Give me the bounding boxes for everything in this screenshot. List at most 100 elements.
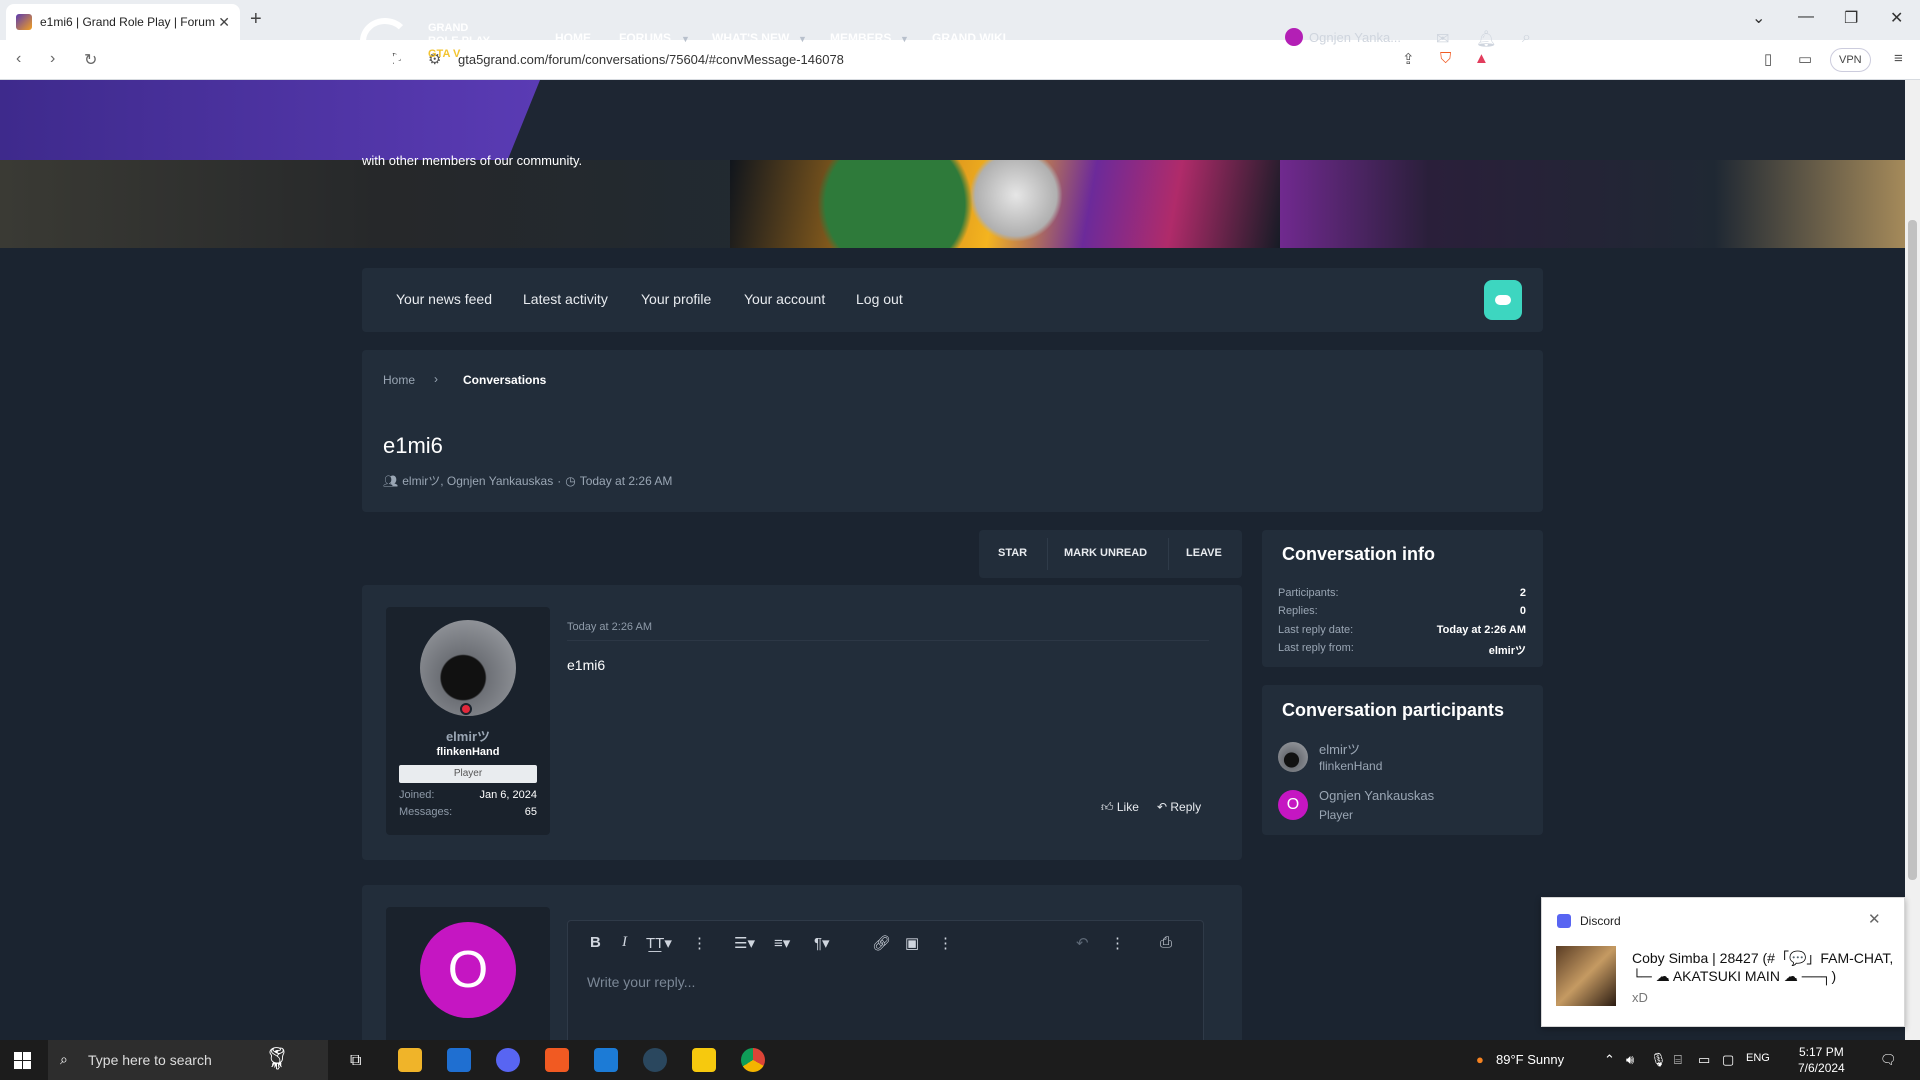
- participant-avatar[interactable]: [1278, 742, 1308, 772]
- site-logo-text[interactable]: GRAND ROLE PLAY GTA V: [428, 22, 490, 61]
- participant-name[interactable]: elmirツ: [1319, 739, 1360, 758]
- reply-button[interactable]: ↶ Reply: [1157, 800, 1201, 814]
- info-value: 0: [1519, 605, 1526, 617]
- more-options-icon[interactable]: ⋮: [938, 934, 953, 952]
- list-icon[interactable]: ☰▾: [734, 934, 755, 952]
- logo-line-1: GRAND: [428, 22, 469, 34]
- info-value[interactable]: elmirツ: [1400, 642, 1526, 658]
- avatar[interactable]: [420, 620, 516, 716]
- close-icon[interactable]: ✕: [1868, 910, 1881, 928]
- inbox-icon[interactable]: ✉: [1436, 29, 1449, 49]
- browser-tab[interactable]: e1mi6 | Grand Role Play | Forum ✕: [6, 4, 240, 40]
- nav-forums[interactable]: FORUMS: [619, 31, 671, 45]
- display-icon[interactable]: ▢: [1722, 1052, 1734, 1068]
- message-author[interactable]: elmirツ: [386, 726, 550, 745]
- taskbar-clock[interactable]: 5:17 PM 7/6/2024: [1798, 1044, 1845, 1076]
- avatar[interactable]: O: [420, 922, 516, 1018]
- close-tab-icon[interactable]: ✕: [218, 14, 230, 31]
- language-indicator[interactable]: ENG: [1746, 1052, 1770, 1064]
- battery-icon[interactable]: ▭: [1698, 1052, 1710, 1068]
- align-icon[interactable]: ≡▾: [774, 934, 790, 952]
- brave-icon[interactable]: [545, 1048, 569, 1072]
- brave-shield-icon[interactable]: ⛉: [1440, 50, 1451, 67]
- discord-app-icon[interactable]: [496, 1048, 520, 1072]
- theme-toggle[interactable]: [1484, 280, 1522, 320]
- participant-avatar[interactable]: O: [1278, 790, 1308, 820]
- nav-whats-new[interactable]: WHAT'S NEW: [712, 31, 789, 45]
- search-icon[interactable]: ⌕: [1522, 29, 1531, 47]
- participants-text[interactable]: elmirツ, Ognjen Yankauskas: [402, 472, 553, 489]
- scrollbar-thumb[interactable]: [1908, 220, 1917, 880]
- wallet-icon[interactable]: ▭: [1798, 50, 1812, 68]
- chevron-down-icon[interactable]: ▼: [900, 34, 909, 44]
- brave-rewards-icon[interactable]: ▲: [1474, 50, 1489, 67]
- tab-your-account[interactable]: Your account: [744, 291, 825, 307]
- minimize-icon[interactable]: —: [1798, 8, 1814, 26]
- file-explorer-icon[interactable]: [398, 1048, 422, 1072]
- leave-button[interactable]: LEAVE: [1186, 547, 1222, 559]
- message-timestamp[interactable]: Today at 2:26 AM: [567, 621, 652, 633]
- nav-home[interactable]: HOME: [555, 31, 591, 45]
- nav-members[interactable]: MEMBERS: [830, 31, 891, 45]
- forward-icon[interactable]: ›: [50, 50, 55, 68]
- reply-input[interactable]: Write your reply...: [587, 974, 695, 990]
- breadcrumb-home[interactable]: Home: [383, 373, 415, 387]
- tab-latest-activity[interactable]: Latest activity: [523, 291, 608, 307]
- mic-icon[interactable]: 🎙︎: [1650, 1052, 1667, 1068]
- text-size-icon[interactable]: T͟T▾: [646, 934, 672, 952]
- network-icon[interactable]: ⌸: [1674, 1052, 1682, 1068]
- participant-name[interactable]: Ognjen Yankauskas: [1319, 788, 1434, 803]
- steam-icon[interactable]: [643, 1048, 667, 1072]
- star-button[interactable]: STAR: [998, 547, 1027, 559]
- preview-icon[interactable]: ⎙: [1160, 934, 1172, 951]
- notification-body: xD: [1632, 990, 1648, 1005]
- vpn-button[interactable]: VPN: [1830, 48, 1871, 72]
- mail-icon[interactable]: [594, 1048, 618, 1072]
- mark-unread-button[interactable]: MARK UNREAD: [1064, 547, 1147, 559]
- discord-notification[interactable]: Discord ✕ Coby Simba | 28427 (#「💬」FAM-CH…: [1541, 897, 1905, 1027]
- bell-icon[interactable]: 🔔︎: [1476, 29, 1496, 49]
- tab-news-feed[interactable]: Your news feed: [396, 291, 492, 307]
- grand-logo-icon[interactable]: [360, 18, 410, 64]
- taskbar-search[interactable]: ⌕ Type here to search 🌹︎: [48, 1040, 328, 1080]
- chrome-icon[interactable]: [741, 1048, 765, 1072]
- nav-grand-wiki[interactable]: GRAND WIKI: [932, 31, 1006, 45]
- new-tab-icon[interactable]: +: [250, 8, 262, 31]
- tab-log-out[interactable]: Log out: [856, 291, 903, 307]
- windows-start-icon[interactable]: [14, 1052, 31, 1069]
- tab-search-icon[interactable]: ⌄: [1752, 8, 1765, 28]
- reload-icon[interactable]: ↻: [84, 50, 97, 70]
- task-view-icon[interactable]: ⧉: [350, 1052, 361, 1070]
- participant-title: Player: [1319, 808, 1354, 822]
- joined-value: Jan 6, 2024: [479, 789, 538, 801]
- like-button[interactable]: 👍︎ Like: [1101, 800, 1139, 815]
- url-field[interactable]: gta5grand.com/forum/conversations/75604/…: [458, 52, 844, 67]
- close-window-icon[interactable]: ✕: [1890, 8, 1903, 28]
- weather-text[interactable]: 89°F Sunny: [1496, 1052, 1564, 1067]
- store-icon[interactable]: [447, 1048, 471, 1072]
- sidebar-icon[interactable]: ▯: [1764, 50, 1772, 68]
- chevron-down-icon[interactable]: ▼: [681, 34, 690, 44]
- share-icon[interactable]: ⇪: [1402, 50, 1415, 68]
- search-input[interactable]: Type here to search: [88, 1052, 212, 1068]
- image-icon[interactable]: ▣: [905, 934, 919, 952]
- tab-title: e1mi6 | Grand Role Play | Forum: [40, 15, 215, 29]
- restore-icon[interactable]: ❐: [1844, 8, 1858, 28]
- back-icon[interactable]: ‹: [16, 50, 21, 68]
- tray-chevron-icon[interactable]: ⌃: [1604, 1052, 1615, 1068]
- link-icon[interactable]: 🔗︎: [872, 934, 891, 952]
- more-options-icon[interactable]: ⋮: [1110, 934, 1125, 952]
- menu-icon[interactable]: ≡: [1894, 50, 1903, 67]
- undo-icon[interactable]: ↶: [1076, 934, 1089, 952]
- bold-icon[interactable]: B: [590, 934, 601, 951]
- breadcrumb-conversations[interactable]: Conversations: [463, 373, 546, 387]
- user-menu[interactable]: Ognjen Yanka...: [1285, 28, 1401, 46]
- italic-icon[interactable]: I: [622, 934, 627, 951]
- volume-icon[interactable]: 🔊︎: [1626, 1052, 1634, 1068]
- paragraph-icon[interactable]: ¶▾: [814, 934, 830, 952]
- notifications-icon[interactable]: 🗨︎: [1880, 1052, 1897, 1068]
- more-options-icon[interactable]: ⋮: [692, 934, 707, 952]
- tab-your-profile[interactable]: Your profile: [641, 291, 711, 307]
- rockstar-icon[interactable]: [692, 1048, 716, 1072]
- chevron-down-icon[interactable]: ▼: [798, 34, 807, 44]
